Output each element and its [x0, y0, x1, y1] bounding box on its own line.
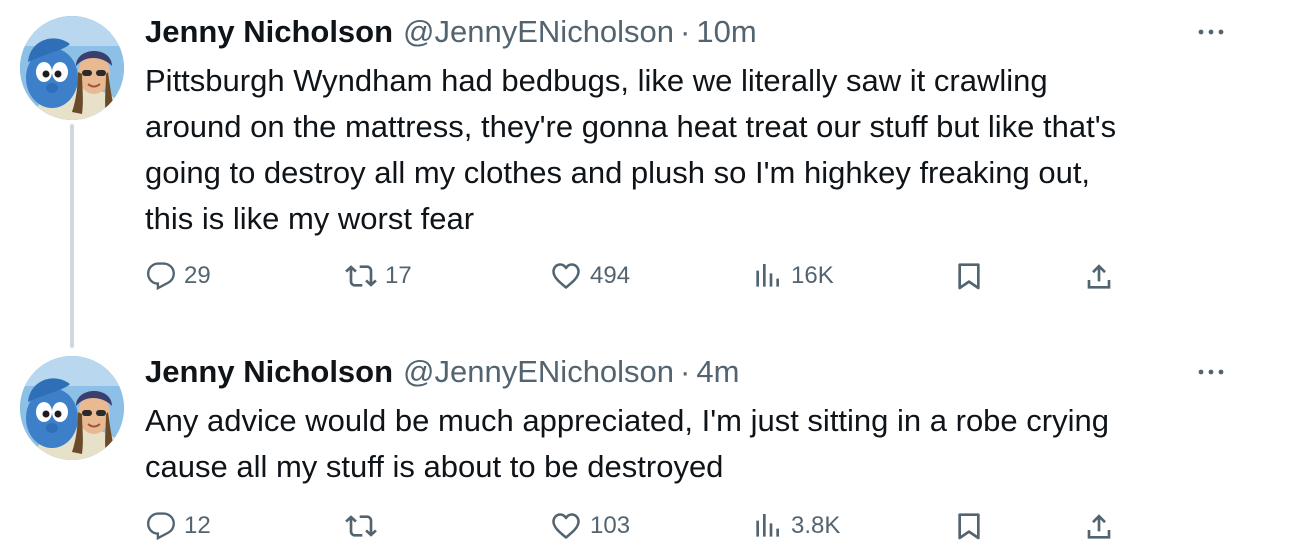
more-dots-icon	[1195, 366, 1227, 378]
bookmark-icon	[953, 510, 985, 542]
views-button[interactable]: 3.8K	[751, 506, 840, 546]
retweet-button[interactable]: 17	[345, 256, 412, 296]
more-button[interactable]	[1195, 362, 1227, 382]
separator-dot: ·	[680, 14, 691, 49]
author-name[interactable]: Jenny Nicholson	[145, 14, 393, 50]
more-dots-icon	[1195, 26, 1227, 38]
like-count: 103	[590, 512, 631, 539]
timestamp[interactable]: 10m	[696, 14, 756, 50]
heart-icon	[550, 260, 582, 292]
retweet-count: 17	[385, 262, 412, 289]
views-icon	[751, 260, 783, 292]
author-handle[interactable]: @JennyENicholson	[403, 354, 674, 390]
like-button[interactable]: 103	[550, 506, 630, 546]
timestamp[interactable]: 4m	[696, 354, 739, 390]
bookmark-button[interactable]	[953, 256, 985, 296]
reply-button[interactable]: 12	[146, 506, 211, 546]
share-button[interactable]	[1083, 506, 1115, 546]
reply-button[interactable]: 29	[146, 256, 211, 296]
retweet-button[interactable]	[345, 506, 385, 546]
share-button[interactable]	[1083, 256, 1115, 296]
views-icon	[751, 510, 783, 542]
author-name[interactable]: Jenny Nicholson	[145, 354, 393, 390]
reply-count: 29	[184, 262, 211, 289]
avatar-image	[20, 356, 124, 460]
bookmark-icon	[953, 260, 985, 292]
like-button[interactable]: 494	[550, 256, 630, 296]
reply-icon	[146, 261, 176, 291]
retweet-icon	[345, 260, 377, 292]
action-bar: 29 17 494 16K	[0, 256, 1289, 296]
tweet-header: Jenny Nicholson @JennyENicholson · 4m	[145, 352, 739, 392]
heart-icon	[550, 510, 582, 542]
separator-dot: ·	[680, 354, 691, 389]
bookmark-button[interactable]	[953, 506, 985, 546]
reply-count: 12	[184, 512, 211, 539]
retweet-icon	[345, 510, 377, 542]
like-count: 494	[590, 262, 631, 289]
tweet-text: Pittsburgh Wyndham had bedbugs, like we …	[145, 63, 1117, 236]
views-count: 3.8K	[791, 512, 841, 539]
avatar[interactable]	[20, 356, 124, 460]
views-button[interactable]: 16K	[751, 256, 834, 296]
tweet[interactable]: Jenny Nicholson @JennyENicholson · 4m An…	[0, 340, 1289, 560]
share-icon	[1083, 260, 1115, 292]
tweet[interactable]: Jenny Nicholson @JennyENicholson · 10m P…	[0, 0, 1289, 348]
more-button[interactable]	[1195, 22, 1227, 42]
action-bar: 12 103 3.8K	[0, 506, 1289, 546]
author-handle[interactable]: @JennyENicholson	[403, 14, 674, 50]
tweet-header: Jenny Nicholson @JennyENicholson · 10m	[145, 12, 757, 52]
avatar[interactable]	[20, 16, 124, 120]
share-icon	[1083, 510, 1115, 542]
views-count: 16K	[791, 262, 834, 289]
avatar-image	[20, 16, 124, 120]
reply-icon	[146, 511, 176, 541]
tweet-text: Any advice would be much appreciated, I'…	[145, 403, 1109, 484]
thread-line	[70, 124, 74, 348]
